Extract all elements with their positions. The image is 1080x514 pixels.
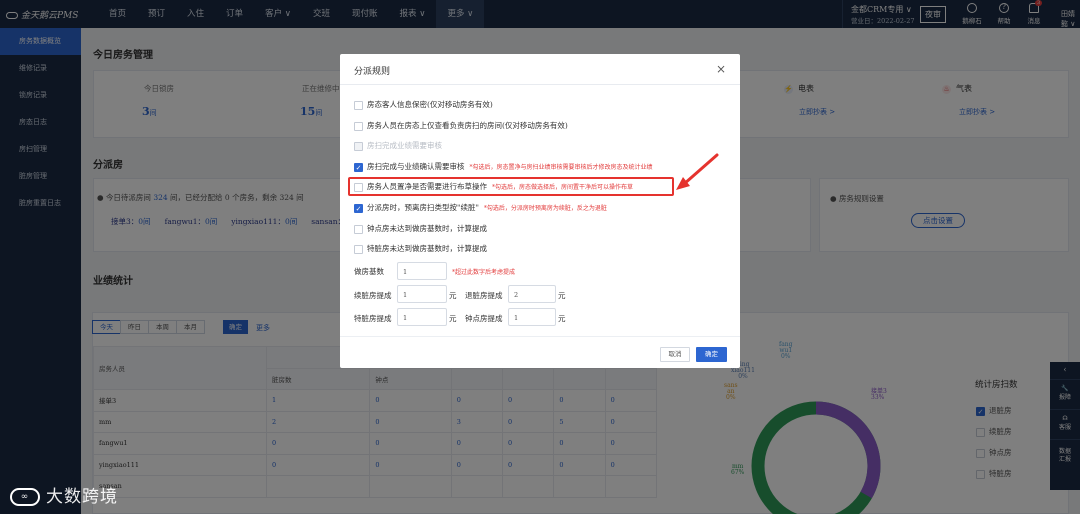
unit-label: 元 xyxy=(558,291,566,300)
checkout-commission-input[interactable]: 2 xyxy=(508,285,556,303)
watermark: ∞ 大数跨境 xyxy=(10,482,118,507)
option-continue-dirty[interactable]: ✓ 分派房时，预离房扫类型按"续脏" *勾选后，分派房时预离房为续脏，反之为退脏 xyxy=(354,202,607,213)
highlight-box xyxy=(348,177,674,196)
checkout-commission-label: 退脏房提成 xyxy=(465,291,503,300)
option-view-own-rooms[interactable]: 房务人员在房态上仅查看负责房扫的房间(仅对移动房务有效) xyxy=(354,120,568,131)
option-note: *勾选后，房态置净与房扫业绩审核需要审核后才修改房态及统计业绩 xyxy=(469,164,653,171)
continue-commission-input[interactable]: 1 xyxy=(397,285,447,303)
base-input[interactable]: 1 xyxy=(397,262,447,280)
unit-label: 元 xyxy=(449,291,457,300)
checkbox-checked-icon[interactable]: ✓ xyxy=(354,162,363,172)
special-commission-input[interactable]: 1 xyxy=(397,308,447,326)
checkbox-checked-icon[interactable]: ✓ xyxy=(354,203,363,213)
checkbox-icon[interactable] xyxy=(354,100,363,110)
checkbox-icon[interactable] xyxy=(354,121,363,131)
cancel-button[interactable]: 取消 xyxy=(660,347,690,362)
special-commission-label: 特脏房提成 xyxy=(354,314,392,323)
close-icon[interactable]: × xyxy=(716,62,726,76)
base-note: *超过此数字后考虑提成 xyxy=(452,269,516,276)
unit-label: 元 xyxy=(449,314,457,323)
base-label: 做房基数 xyxy=(354,267,384,276)
option-special-commission[interactable]: 特脏房未达到做房基数时，计算提成 xyxy=(354,243,487,254)
hourly-commission-label: 钟点房提成 xyxy=(465,314,503,323)
continue-commission-label: 续脏房提成 xyxy=(354,291,392,300)
confirm-button[interactable]: 确定 xyxy=(696,347,727,362)
option-guest-privacy[interactable]: 房态客人信息保密(仅对移动房务有效) xyxy=(354,99,493,110)
checkbox-disabled-icon xyxy=(354,141,363,151)
dialog-title: 分派规则 xyxy=(354,67,391,77)
unit-label: 元 xyxy=(558,314,566,323)
option-note: *勾选后，分派房时预离房为续脏，反之为退脏 xyxy=(483,205,607,212)
dialog-header: 分派规则 × xyxy=(340,54,740,85)
watermark-logo-icon: ∞ xyxy=(10,488,40,506)
dialog-divider xyxy=(340,336,740,337)
option-clean-audit[interactable]: ✓ 房扫完成与业绩确认需要审核 *勾选后，房态置净与房扫业绩审核需要审核后才修改房态… xyxy=(354,161,653,172)
option-hourly-commission[interactable]: 钟点房未达到做房基数时，计算提成 xyxy=(354,223,487,234)
hourly-commission-input[interactable]: 1 xyxy=(508,308,556,326)
option-perf-audit: 房扫完成业绩需要审核 xyxy=(354,140,442,151)
dispatch-rules-dialog: 分派规则 × 房态客人信息保密(仅对移动房务有效) 房务人员在房态上仅查看负责房… xyxy=(340,54,740,368)
checkbox-icon[interactable] xyxy=(354,244,363,254)
checkbox-icon[interactable] xyxy=(354,224,363,234)
